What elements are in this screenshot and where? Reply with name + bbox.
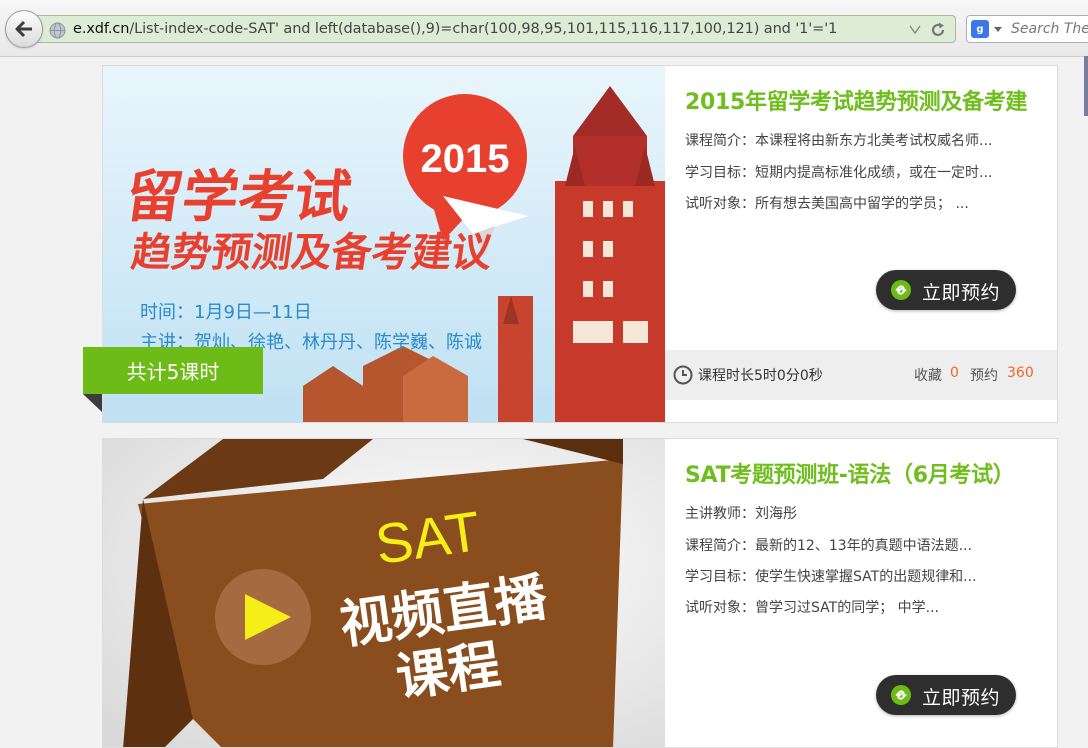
course-info: SAT考题预测班-语法（6月考试） 主讲教师：刘海彤 课程简介：最新的12、13…	[665, 439, 1057, 747]
url-domain: e.xdf.cn	[73, 21, 130, 37]
course-duration: 课程时长5时0分0秒	[698, 368, 823, 384]
course-meta-bar: 课程时长5时0分0秒 收藏 0 预约 360	[665, 350, 1057, 400]
scrollbar-accent	[1084, 56, 1088, 116]
dropdown-arrow-icon[interactable]	[909, 25, 921, 34]
book-now-label: 立即预约	[922, 282, 1001, 304]
url-path: /List-index-code-SAT' and left(database(…	[129, 21, 838, 37]
course-card: SAT 视频直播 课程 SAT考题预测班-语法（6月考试） 主讲教师：刘海彤 课…	[102, 438, 1058, 748]
bookings-count: 360	[1007, 365, 1034, 381]
link-icon	[891, 280, 911, 300]
banner-image: SAT 视频直播 课程	[103, 439, 665, 747]
course-title[interactable]: SAT考题预测班-语法（6月考试）	[685, 457, 1015, 489]
search-box[interactable]: g Search The	[966, 15, 1088, 43]
favorites-count: 0	[950, 365, 959, 381]
course-audience: 试听对象：所有想去美国高中留学的学员； ...	[685, 196, 969, 212]
clock-icon	[673, 365, 693, 385]
lesson-count-badge: 共计5课时	[83, 347, 263, 394]
course-audience: 试听对象：曾学习过SAT的同学； 中学...	[685, 600, 939, 616]
course-intro: 课程简介：最新的12、13年的真题中语法题...	[685, 538, 972, 554]
reload-icon[interactable]	[929, 21, 947, 39]
course-info: 2015年留学考试趋势预测及备考建 课程简介：本课程将由新东方北美考试权威名师.…	[665, 66, 1057, 422]
chevron-down-icon[interactable]	[994, 27, 1002, 32]
course-title[interactable]: 2015年留学考试趋势预测及备考建	[685, 84, 1027, 116]
favorites-label[interactable]: 收藏	[914, 365, 942, 385]
badge-fold	[83, 394, 102, 412]
link-icon	[891, 685, 911, 705]
banner-year: 2015	[421, 137, 510, 181]
course-goal: 学习目标：使学生快速掌握SAT的出题规律和...	[685, 569, 977, 585]
url-text[interactable]: e.xdf.cn/List-index-code-SAT' and left(d…	[73, 21, 837, 37]
bookings-label: 预约	[970, 368, 998, 384]
back-button[interactable]	[5, 10, 43, 48]
google-icon[interactable]: g	[971, 20, 989, 38]
search-placeholder: Search The	[1011, 21, 1088, 37]
globe-icon	[49, 22, 66, 39]
browser-toolbar: e.xdf.cn/List-index-code-SAT' and left(d…	[0, 0, 1088, 57]
book-now-button[interactable]: 立即预约	[876, 675, 1016, 715]
engine-letter: g	[976, 23, 984, 35]
banner-headline-2: 趋势预测及备考建议	[128, 230, 495, 276]
course-banner-sat[interactable]: SAT 视频直播 课程	[103, 439, 665, 747]
back-arrow-icon	[15, 20, 32, 38]
banner-headline-1: 留学考试	[122, 165, 355, 230]
book-now-label: 立即预约	[922, 687, 1001, 709]
address-bar[interactable]: e.xdf.cn/List-index-code-SAT' and left(d…	[34, 15, 956, 43]
course-goal: 学习目标：短期内提高标准化成绩，或在一定时...	[685, 165, 993, 181]
book-now-button[interactable]: 立即预约	[876, 270, 1016, 310]
banner-time: 时间：1月9日—11日	[140, 302, 312, 323]
course-intro: 课程简介：本课程将由新东方北美考试权威名师...	[685, 133, 993, 149]
course-teacher: 主讲教师：刘海彤	[685, 506, 797, 522]
